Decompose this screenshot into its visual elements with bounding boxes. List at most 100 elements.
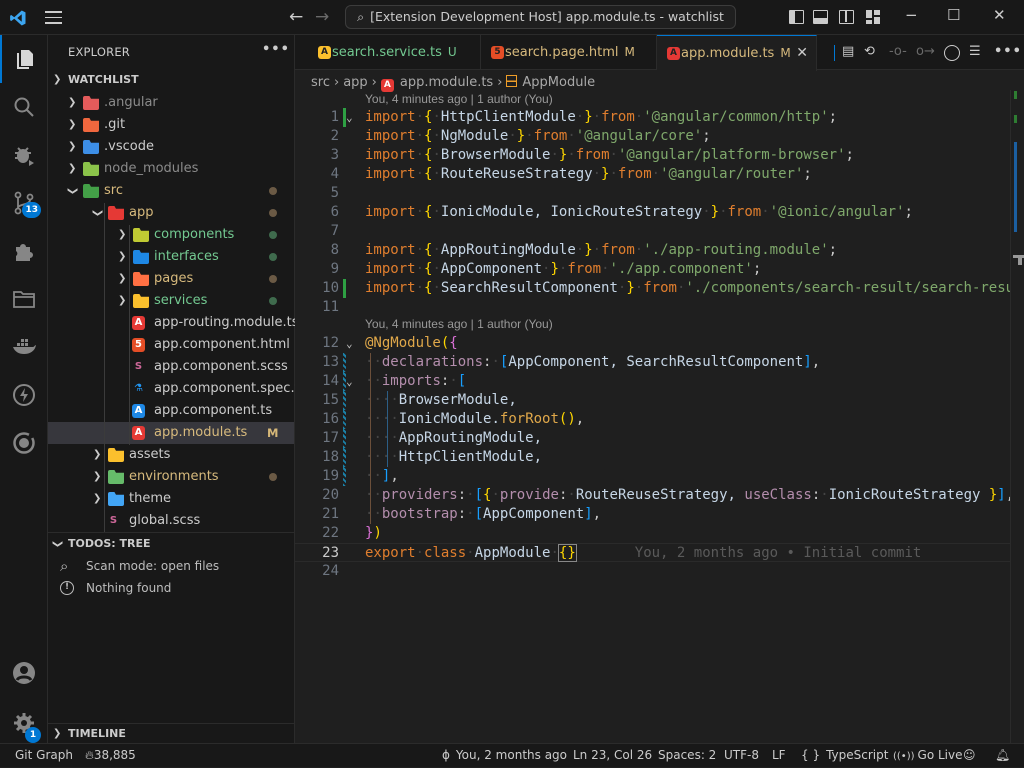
chevron-right-icon[interactable]: ❯ — [68, 114, 76, 136]
tree-file[interactable]: Aapp-routing.module.ts — [48, 312, 298, 334]
code-line[interactable]: 9 import·{·AppComponent·}·from·'./app.com… — [295, 260, 1010, 279]
activity-project-manager[interactable] — [0, 275, 48, 323]
fold-chevron-icon[interactable]: ⌄ — [346, 108, 353, 127]
open-changes-icon[interactable]: ▤ — [842, 44, 854, 59]
tree-folder[interactable]: ❯ .angular — [48, 92, 294, 114]
flame-status[interactable]: 🔥︎38,885 — [85, 744, 136, 767]
chevron-right-icon[interactable]: ❯ — [68, 136, 76, 158]
editor-tab[interactable]: 5 search.page.html M — [481, 35, 657, 70]
toggle-secondary-sidebar-icon[interactable] — [839, 10, 854, 24]
tree-folder[interactable]: ❯ pages — [48, 268, 294, 290]
tree-folder[interactable]: ❯ .vscode — [48, 136, 294, 158]
tree-folder[interactable]: ❯ node_modules — [48, 158, 294, 180]
chevron-right-icon[interactable]: ❯ — [93, 488, 101, 510]
code-editor[interactable]: You, 4 minutes ago | 1 author (You) You, … — [295, 90, 1010, 743]
todos-section-header[interactable]: ❯ TODOS: TREE — [48, 533, 294, 555]
tree-folder[interactable]: ❯ theme — [48, 488, 294, 510]
more-actions-icon[interactable]: ••• — [262, 42, 290, 57]
code-line[interactable]: 23 export·class·AppModule·{} You, 2 month… — [295, 543, 1010, 562]
code-line[interactable]: 11 — [295, 298, 1010, 317]
arrow-left-icon[interactable]: ← — [289, 7, 303, 27]
chevron-right-icon[interactable]: ❯ — [68, 92, 76, 114]
more-actions-icon[interactable]: ••• — [994, 44, 1022, 59]
activity-search[interactable] — [0, 83, 48, 131]
activity-thunder-client[interactable] — [0, 371, 48, 419]
tree-folder[interactable]: ❯ assets — [48, 444, 294, 466]
activity-manage[interactable]: 1 — [0, 699, 48, 747]
arrow-right-icon[interactable]: → — [315, 7, 329, 27]
tree-folder[interactable]: ❯ src — [48, 180, 294, 202]
timeline-section-header[interactable]: ❯ TIMELINE — [48, 723, 294, 745]
code-line[interactable]: 17 ····AppRoutingModule, — [295, 429, 1010, 448]
breadcrumb-item[interactable]: AppModule — [522, 75, 595, 90]
tree-file[interactable]: Aapp.component.ts — [48, 400, 294, 422]
activity-extensions[interactable] — [0, 227, 48, 275]
chevron-right-icon[interactable]: ❯ — [118, 268, 126, 290]
cursor-position[interactable]: Ln 23, Col 26 — [573, 744, 652, 767]
close-icon[interactable]: ✕ — [796, 36, 808, 70]
activity-accounts[interactable] — [0, 649, 48, 697]
code-line[interactable]: 12 ⌄ @NgModule({ — [295, 334, 1010, 353]
indentation[interactable]: Spaces: 2 — [658, 744, 716, 767]
tree-folder[interactable]: ❯ components — [48, 224, 294, 246]
customize-layout-icon[interactable] — [866, 10, 880, 24]
chevron-right-icon[interactable]: ❯ — [93, 466, 101, 488]
chevron-right-icon[interactable]: ❯ — [118, 246, 126, 268]
toggle-panel-icon[interactable] — [813, 10, 828, 24]
code-line[interactable]: 2 import·{·NgModule·}·from·'@angular/core… — [295, 127, 1010, 146]
copilot-icon[interactable]: ☺ — [963, 744, 976, 767]
navigate-change-icon[interactable]: -o- — [889, 44, 907, 59]
tree-file[interactable]: Aapp.module.ts M — [48, 422, 294, 444]
tree-folder[interactable]: ❯ services — [48, 290, 294, 312]
previous-change-icon[interactable]: ⟲ — [864, 44, 875, 59]
end-of-line[interactable]: LF — [772, 744, 786, 767]
toggle-primary-sidebar-icon[interactable] — [789, 10, 804, 24]
code-line[interactable]: 19··], — [295, 467, 1010, 486]
code-line[interactable]: 18 ····HttpClientModule, — [295, 448, 1010, 467]
chevron-right-icon[interactable]: ❯ — [93, 444, 101, 466]
encoding[interactable]: UTF-8 — [724, 744, 759, 767]
activity-explorer[interactable] — [0, 35, 48, 83]
close-button[interactable]: ✕ — [993, 6, 1006, 24]
code-line[interactable]: 14 ⌄ ··imports:·[ — [295, 372, 1010, 391]
code-line[interactable]: 8 import·{·AppRoutingModule·}·from·'./app… — [295, 241, 1010, 260]
code-line[interactable]: 4 import·{·RouteReuseStrategy·}·from·'@an… — [295, 165, 1010, 184]
maximize-button[interactable]: ☐ — [947, 6, 960, 24]
git-blame-codelens[interactable]: You, 4 minutes ago | 1 author (You) — [365, 317, 553, 331]
code-line[interactable]: 13 ··declarations:·[AppComponent, SearchR… — [295, 353, 1010, 372]
language-mode[interactable]: { } TypeScript — [801, 744, 888, 767]
breadcrumb-item[interactable]: src — [311, 75, 330, 90]
fold-chevron-icon[interactable]: ⌄ — [346, 372, 353, 391]
tree-folder[interactable]: ❯ .git — [48, 114, 294, 136]
chevron-right-icon[interactable]: ❯ — [118, 224, 126, 246]
tree-file[interactable]: ⚗ app.component.spec.ts — [48, 378, 306, 400]
fold-chevron-icon[interactable]: ⌄ — [346, 334, 353, 353]
go-live-button[interactable]: ((•)) Go Live — [893, 744, 962, 768]
code-line[interactable]: 21 ··bootstrap:·[AppComponent], — [295, 505, 1010, 524]
activity-docker[interactable] — [0, 323, 48, 371]
split-editor-icon[interactable]: ☰ — [969, 44, 981, 59]
code-line[interactable]: 10 import·{·SearchResultComponent·}·from·… — [295, 279, 1010, 298]
activity-source-control[interactable]: 13 — [0, 179, 48, 227]
next-change-icon[interactable]: o→ — [916, 44, 935, 59]
chevron-right-icon[interactable]: ❯ — [118, 290, 126, 312]
code-line[interactable]: 1 ⌄ import·{·HttpClientModule·}·from·'@ang… — [295, 108, 1010, 127]
activity-ionic[interactable] — [0, 419, 48, 467]
chevron-right-icon[interactable]: ❯ — [68, 158, 76, 180]
activity-run-debug[interactable] — [0, 131, 48, 179]
code-line[interactable]: 3 import·{·BrowserModule·}·from·'@angular… — [295, 146, 1010, 165]
code-line[interactable]: 16 ····IonicModule.forRoot(), — [295, 410, 1010, 429]
breadcrumb-item[interactable]: app.module.ts — [400, 75, 493, 90]
workspace-section-header[interactable]: ❯ WATCHLIST — [48, 69, 294, 91]
command-center[interactable]: ⌕ [Extension Development Host] app.module… — [345, 5, 736, 29]
git-blame-codelens[interactable]: You, 4 minutes ago | 1 author (You) — [365, 92, 553, 106]
tree-file[interactable]: Sapp.component.scss — [48, 356, 294, 378]
chevron-down-icon[interactable]: ❯ — [61, 187, 83, 195]
code-line[interactable]: 20 ··providers:·[{·provide:·RouteReuseStr… — [295, 486, 1010, 505]
todo-scan-mode[interactable]: ⌕ Scan mode: open files — [48, 555, 294, 577]
tree-file[interactable]: 5 app.component.html — [48, 334, 294, 356]
breadcrumb-item[interactable]: app — [343, 75, 367, 90]
tree-folder[interactable]: ❯ environments — [48, 466, 294, 488]
minimize-button[interactable]: − — [905, 6, 918, 24]
code-line[interactable]: 24 — [295, 562, 1010, 581]
